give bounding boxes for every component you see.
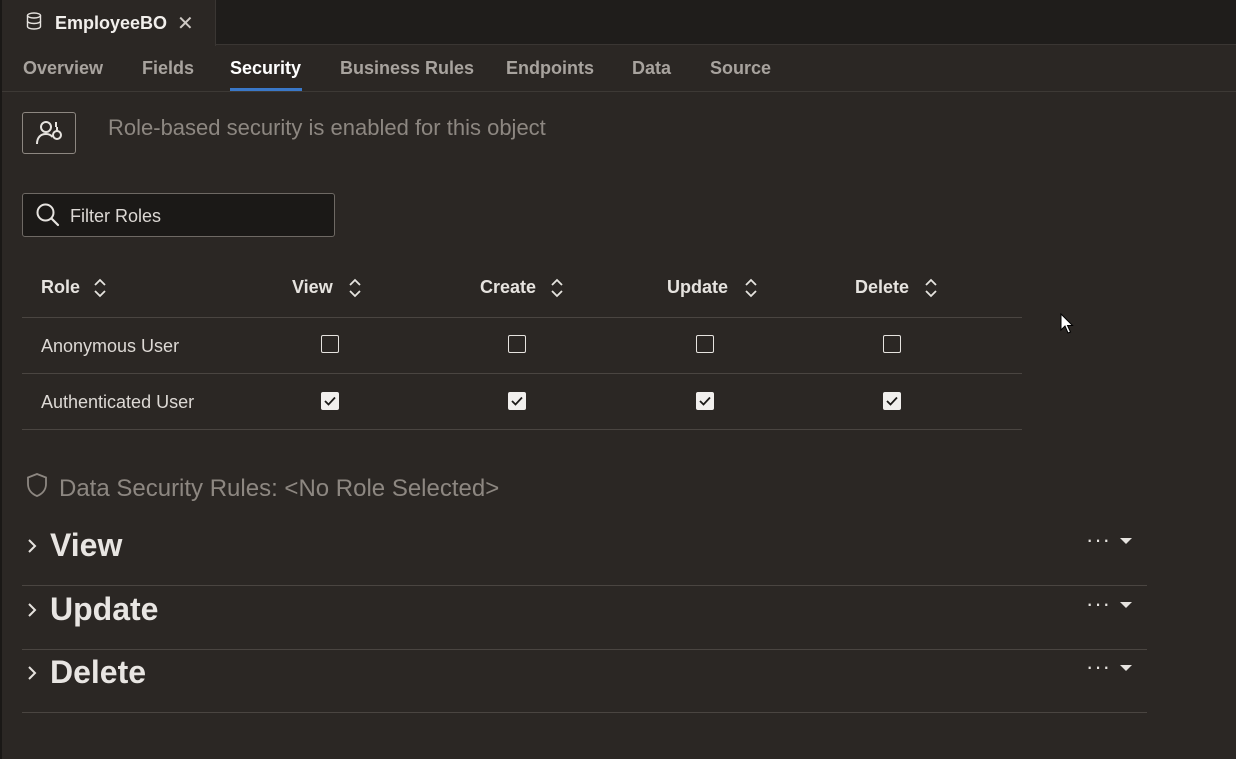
sort-icon[interactable]: [93, 277, 107, 299]
active-tab-indicator: [230, 88, 302, 91]
section-delete[interactable]: Delete ···: [22, 650, 1147, 713]
role-security-message: Role-based security is enabled for this …: [108, 115, 546, 140]
sort-icon[interactable]: [550, 277, 564, 299]
table-divider: [22, 317, 1022, 318]
checkbox-authenticated-create[interactable]: [508, 392, 526, 410]
table-divider: [22, 373, 1022, 374]
object-subnav: Overview Fields Security Business Rules …: [2, 46, 1236, 92]
document-tab-employeebo[interactable]: EmployeeBO ✕: [2, 0, 216, 46]
role-name-anonymous-user: Anonymous User: [41, 336, 180, 356]
column-header-update[interactable]: Update: [667, 277, 728, 298]
tab-security[interactable]: Security: [230, 58, 301, 79]
checkbox-authenticated-delete[interactable]: [883, 392, 901, 410]
role-security-toggle-button[interactable]: [22, 112, 76, 154]
search-icon: [36, 203, 60, 227]
section-label: Update: [50, 591, 159, 627]
checkmark-icon: [511, 396, 523, 406]
editor-tab-strip: EmployeeBO ✕: [2, 0, 1236, 46]
tab-data[interactable]: Data: [632, 58, 671, 79]
sort-icon[interactable]: [924, 277, 938, 299]
user-security-icon: [36, 121, 62, 145]
checkmark-icon: [699, 396, 711, 406]
caret-down-icon[interactable]: [1119, 600, 1133, 610]
column-header-role[interactable]: Role: [41, 277, 80, 298]
column-header-delete[interactable]: Delete: [855, 277, 909, 298]
tab-endpoints[interactable]: Endpoints: [506, 58, 594, 79]
chevron-right-icon[interactable]: [26, 601, 38, 619]
chevron-right-icon[interactable]: [26, 537, 38, 555]
tab-source[interactable]: Source: [710, 58, 771, 79]
caret-down-icon[interactable]: [1119, 536, 1133, 546]
checkbox-authenticated-update[interactable]: [696, 392, 714, 410]
checkmark-icon: [324, 396, 336, 406]
sort-icon[interactable]: [348, 277, 362, 299]
document-tab-title: EmployeeBO: [55, 13, 168, 33]
filter-roles-field[interactable]: [22, 193, 335, 237]
data-security-rules-title: Data Security Rules: <No Role Selected>: [59, 475, 500, 502]
close-tab-icon[interactable]: ✕: [177, 11, 194, 36]
more-actions-icon[interactable]: ···: [1086, 654, 1111, 680]
sort-icon[interactable]: [744, 277, 758, 299]
table-divider: [22, 429, 1022, 430]
checkbox-anonymous-create[interactable]: [508, 335, 526, 353]
column-header-view[interactable]: View: [292, 277, 333, 298]
filter-roles-input[interactable]: [68, 202, 327, 230]
caret-down-icon[interactable]: [1119, 663, 1133, 673]
checkmark-icon: [886, 396, 898, 406]
tab-business-rules[interactable]: Business Rules: [340, 58, 474, 79]
section-view[interactable]: View ···: [22, 523, 1147, 586]
chevron-right-icon[interactable]: [26, 664, 38, 682]
mouse-cursor-icon: [1060, 313, 1074, 334]
window-edge: [0, 0, 2, 759]
shield-icon: [27, 473, 47, 497]
section-update[interactable]: Update ···: [22, 587, 1147, 650]
section-label: View: [50, 527, 123, 563]
checkbox-anonymous-delete[interactable]: [883, 335, 901, 353]
database-icon: [26, 12, 42, 30]
section-label: Delete: [50, 654, 147, 690]
checkbox-anonymous-update[interactable]: [696, 335, 714, 353]
role-name-authenticated-user: Authenticated User: [41, 392, 195, 412]
more-actions-icon[interactable]: ···: [1086, 527, 1111, 553]
tab-fields[interactable]: Fields: [142, 58, 194, 79]
more-actions-icon[interactable]: ···: [1086, 591, 1111, 617]
checkbox-authenticated-view[interactable]: [321, 392, 339, 410]
column-header-create[interactable]: Create: [480, 277, 536, 298]
checkbox-anonymous-view[interactable]: [321, 335, 339, 353]
tab-overview[interactable]: Overview: [23, 58, 103, 79]
